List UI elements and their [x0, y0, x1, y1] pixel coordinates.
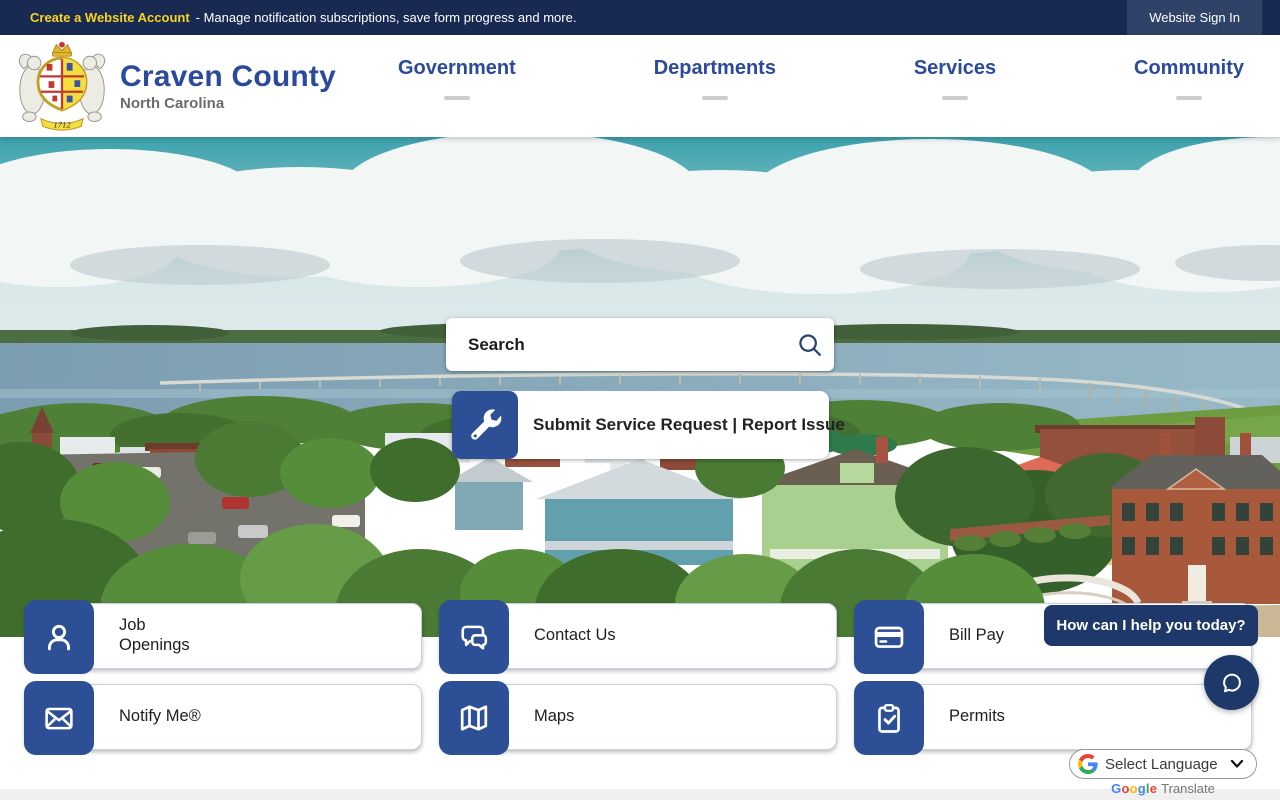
select-language-dropdown[interactable]: Select Language [1069, 749, 1257, 779]
nav-underline [701, 96, 728, 100]
main-navigation: Government Departments Services Communit… [398, 57, 1244, 100]
chat-launcher-button[interactable] [1204, 655, 1259, 710]
site-search [446, 318, 834, 371]
wrench-icon [452, 391, 518, 459]
create-account-link[interactable]: Create a Website Account [30, 10, 190, 25]
nav-underline [443, 96, 470, 100]
topbar-message: Create a Website Account - Manage notifi… [0, 10, 1127, 25]
translate-brand-word: Translate [1161, 781, 1215, 796]
nav-label: Government [398, 57, 516, 79]
quicklink-contact-us[interactable]: Contact Us [439, 600, 837, 674]
google-g-icon [1078, 754, 1098, 774]
nav-item-government[interactable]: Government [398, 57, 516, 100]
quicklink-job-openings[interactable]: Job Openings [24, 600, 422, 674]
person-icon [24, 600, 94, 674]
credit-card-icon [854, 600, 924, 674]
website-signin-button[interactable]: Website Sign In [1127, 0, 1262, 35]
nav-label: Community [1134, 57, 1244, 79]
chat-greeting-tooltip[interactable]: How can I help you today? [1044, 605, 1258, 646]
quicklink-label: Bill Pay [949, 626, 1005, 645]
nav-item-services[interactable]: Services [914, 57, 996, 100]
brand-text: Craven County North Carolina [120, 60, 336, 112]
google-brand-word: Google [1111, 781, 1158, 796]
site-subtitle: North Carolina [120, 95, 225, 112]
service-request-label: Submit Service Request | Report Issue [533, 415, 845, 434]
chevron-down-icon [1230, 759, 1244, 768]
submit-service-request-button[interactable]: Submit Service Request | Report Issue [452, 391, 845, 459]
chat-bubble-icon [1222, 673, 1241, 692]
hero-photo [0, 137, 1280, 637]
quicklink-notify-me[interactable]: Notify Me® [24, 681, 422, 755]
county-seal-icon: 1712 [18, 41, 106, 131]
nav-underline [1176, 96, 1202, 100]
site-header: 1712 Craven County North Carolina Govern… [0, 35, 1280, 137]
nav-underline [941, 96, 968, 100]
quicklink-label: Notify Me® [119, 707, 201, 726]
search-input[interactable] [446, 334, 786, 355]
clipboard-check-icon [854, 681, 924, 755]
chat-bubbles-icon [439, 600, 509, 674]
quicklink-label: Permits [949, 707, 1005, 726]
search-submit-button[interactable] [786, 318, 834, 371]
seal-year-label: 1712 [53, 119, 71, 129]
site-logo-home-link[interactable]: 1712 Craven County North Carolina [14, 39, 336, 133]
search-icon [799, 333, 821, 356]
site-title: Craven County [120, 60, 336, 93]
quicklink-permits[interactable]: Permits [854, 681, 1252, 755]
google-translate-attribution: Google Translate [1069, 781, 1257, 796]
map-icon [439, 681, 509, 755]
nav-label: Services [913, 57, 997, 79]
envelope-icon [24, 681, 94, 755]
quicklink-label: Contact Us [534, 626, 616, 645]
quicklink-label: Maps [534, 707, 575, 726]
nav-item-departments[interactable]: Departments [654, 57, 776, 100]
nav-label: Departments [653, 57, 776, 79]
select-language-label: Select Language [1105, 755, 1218, 773]
quicklink-maps[interactable]: Maps [439, 681, 837, 755]
utility-top-bar: Create a Website Account - Manage notifi… [0, 0, 1280, 35]
nav-item-community[interactable]: Community [1134, 57, 1244, 100]
topbar-tagline: - Manage notification subscriptions, sav… [195, 10, 577, 25]
quicklink-label: Job Openings [119, 616, 190, 654]
